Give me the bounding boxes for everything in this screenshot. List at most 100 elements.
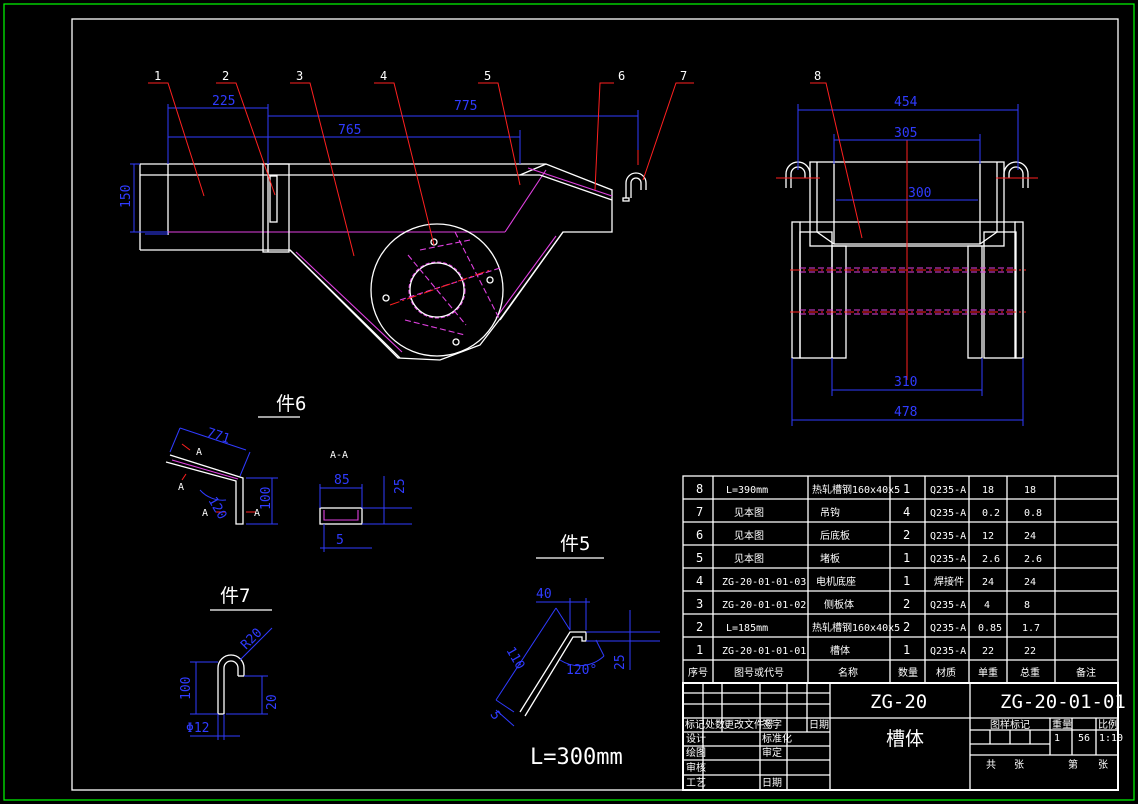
bom-cell-total: 1.7: [1022, 623, 1040, 634]
bom-cell-no: 3: [696, 597, 703, 611]
bom-cell-mat: Q235-A: [930, 646, 966, 657]
part6-mark-a4: A: [254, 508, 260, 519]
bom-cell-code: L=185mm: [726, 623, 768, 634]
part6-dim-85: 85: [334, 473, 350, 488]
bom-header-total: 总重: [1020, 666, 1040, 679]
bom-cell-total: 0.8: [1024, 508, 1042, 519]
bom-row: 1 ZG-20-01-01-01 槽体 1 Q235-A 22 22: [696, 643, 1036, 657]
part7-dim-20: 20: [265, 694, 280, 710]
bom-cell-unit: 12: [982, 531, 994, 542]
bom-cell-no: 4: [696, 574, 703, 588]
dim-225: 225: [212, 94, 235, 109]
bom-header-no: 序号: [688, 666, 708, 679]
bom-cell-total: 24: [1024, 531, 1036, 542]
balloon-6: 6: [618, 69, 625, 83]
part6-dim-771: 771: [205, 426, 232, 448]
bom-cell-qty: 1: [903, 574, 910, 588]
role-design: 设计: [686, 732, 706, 745]
part6-mark-a1: A: [196, 447, 202, 458]
bom-cell-no: 5: [696, 551, 703, 565]
bom-cell-name: 电机底座: [816, 575, 856, 588]
bom-cell-no: 2: [696, 620, 703, 634]
balloon-2: 2: [222, 69, 229, 83]
bom-cell-mat: Q235-A: [930, 623, 966, 634]
part6-mark-a2: A: [178, 482, 184, 493]
balloon-7: 7: [680, 69, 687, 83]
bom-cell-no: 6: [696, 528, 703, 542]
part6-dim-25: 25: [393, 478, 408, 494]
balloon-5: 5: [484, 69, 491, 83]
bom-cell-name: 热轧槽钢160x40x5: [812, 621, 900, 634]
bom-cell-code: 见本图: [734, 506, 764, 519]
bom-cell-total: 18: [1024, 485, 1036, 496]
bom-cell-qty: 2: [903, 528, 910, 542]
bom-cell-code: 见本图: [734, 552, 764, 565]
scale-header: 比例: [1098, 718, 1118, 731]
bom-cell-unit: 4: [984, 600, 990, 611]
bom-header-qty: 数量: [898, 666, 918, 679]
role-process: 工艺: [686, 777, 706, 789]
bom-header-mat: 材质: [936, 666, 956, 679]
sheet-total-suffix: 张: [1014, 759, 1024, 771]
bom-cell-name: 后底板: [820, 529, 850, 542]
bom-cell-mat: Q235-A: [930, 554, 966, 565]
bom-cell-code: ZG-20-01-01-01: [722, 646, 806, 657]
role-standard: 标准化: [762, 732, 792, 745]
part6-dim-5: 5: [336, 533, 344, 548]
scale-value: 1:10: [1099, 733, 1123, 744]
bom-cell-name: 热轧槽钢160x40x5: [812, 483, 900, 496]
role-approve: 审定: [762, 746, 782, 759]
sheet-no-suffix: 张: [1098, 759, 1108, 771]
bom-cell-no: 1: [696, 643, 703, 657]
title-drawing-no: ZG-20-01-01: [1000, 691, 1126, 713]
bom-cell-no: 8: [696, 482, 703, 496]
bom-header-note: 备注: [1076, 666, 1096, 679]
weight-value: 56: [1078, 733, 1090, 744]
part6-dim-angle: 120: [205, 495, 230, 523]
bom-cell-total: 8: [1024, 600, 1030, 611]
part7-dim-phi: Φ12: [186, 721, 209, 736]
dim-305: 305: [894, 126, 917, 141]
main-view: [130, 104, 647, 361]
bom-row: 2 L=185mm 热轧槽钢160x40x5 2 Q235-A 0.85 1.7: [696, 620, 1040, 634]
bom-row: 5 见本图 堵板 1 Q235-A 2.6 2.6: [696, 551, 1042, 565]
bom-cell-unit: 18: [982, 485, 994, 496]
bom-row: 8 L=390mm 热轧槽钢160x40x5 1 Q235-A 18 18: [696, 482, 1036, 496]
balloon-8: 8: [814, 69, 821, 83]
part6-title: 件6: [276, 393, 306, 415]
rev-date: 日期: [809, 719, 829, 731]
part6-dim-100: 100: [259, 487, 274, 510]
bom-cell-mat: 焊接件: [934, 575, 964, 588]
balloon-3: 3: [296, 69, 303, 83]
part5-length-note: L=300mm: [530, 745, 623, 770]
title-part-name: 槽体: [886, 728, 924, 750]
bom-cell-total: 22: [1024, 646, 1036, 657]
bom-cell-no: 7: [696, 505, 703, 519]
bom-row: 4 ZG-20-01-01-03 电机底座 1 焊接件 24 24: [696, 574, 1036, 588]
bom-cell-code: ZG-20-01-01-03: [722, 577, 806, 588]
bom-cell-unit: 0.2: [982, 508, 1000, 519]
rev-mark: 标记: [685, 719, 705, 731]
part7-dim-r: R20: [238, 626, 265, 653]
bom-header-unit: 单重: [978, 666, 998, 679]
part6-section-label: A-A: [330, 450, 348, 461]
role-check: 审核: [686, 761, 706, 774]
sheet-border: [3, 3, 1135, 801]
bom-row: 3 ZG-20-01-01-02 侧板体 2 Q235-A 4 8: [696, 597, 1030, 611]
part5-title: 件5: [560, 533, 590, 555]
bom-cell-code: 见本图: [734, 529, 764, 542]
dim-300: 300: [908, 186, 931, 201]
bom-header-code: 图号或代号: [734, 667, 784, 679]
part6-view: [165, 416, 412, 552]
bom-row: 6 见本图 后底板 2 Q235-A 12 24: [696, 528, 1036, 542]
rev-count: 处数: [705, 718, 725, 731]
bom-cell-qty: 4: [903, 505, 910, 519]
role-date: 日期: [762, 777, 782, 789]
bom-cell-qty: 1: [903, 643, 910, 657]
bom-cell-total: 24: [1024, 577, 1036, 588]
bom-cell-name: 堵板: [820, 552, 840, 565]
bom-cell-mat: Q235-A: [930, 531, 966, 542]
bom-cell-code: L=390mm: [726, 485, 768, 496]
bom-header: 序号 图号或代号 名称 数量 材质 单重 总重 备注: [688, 666, 1096, 679]
part5-dim-angle: 120°: [566, 663, 597, 678]
